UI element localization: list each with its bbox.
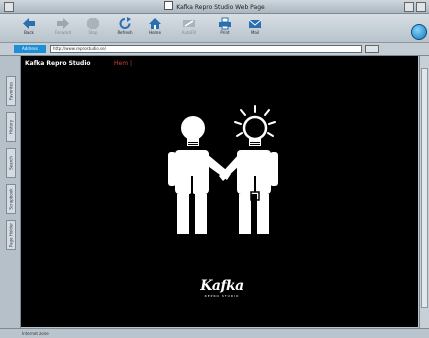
address-input[interactable]: http://www.reprostudio.se/ (50, 45, 362, 53)
stop-button[interactable]: Stop (80, 16, 106, 40)
print-icon (219, 17, 231, 30)
sidebar-tab-label: Search (8, 156, 14, 170)
sidebar-tab-label: Favorites (8, 81, 14, 101)
window-title-text: Kafka Repro Studio Web Page (176, 4, 265, 11)
home-icon (149, 18, 161, 29)
handshake-illustration (168, 105, 278, 234)
sidebar-tab-label: Scrapbook (8, 188, 14, 210)
address-bar: Address http://www.reprostudio.se/ (0, 43, 429, 56)
sidebar-tab-history[interactable]: History (6, 112, 16, 142)
mail-button[interactable]: Mail (242, 16, 268, 40)
address-label[interactable]: Address (14, 45, 46, 53)
kafka-logo: Kafka REPRO STUDIO (179, 279, 265, 299)
mail-icon (248, 19, 262, 28)
refresh-label: Refresh (117, 30, 133, 35)
autofill-icon (183, 20, 195, 27)
home-label: Home (149, 30, 161, 35)
page-icon (164, 1, 174, 10)
mail-label: Mail (250, 30, 260, 35)
forward-button[interactable]: Forward (50, 16, 76, 40)
print-button[interactable]: Print (212, 16, 238, 40)
sidebar-tab-favorites[interactable]: Favorites (6, 76, 16, 106)
back-arrow-icon (23, 18, 35, 29)
web-content: Kafka Repro Studio Hem | Kafka REPRO STU… (21, 56, 418, 327)
window-title: Kafka Repro Studio Web Page (0, 1, 429, 13)
explorer-sidebar: Favorites History Search Scrapbook Page … (0, 56, 21, 328)
logo-wordmark: Kafka (200, 278, 244, 294)
site-nav-link[interactable]: Hem | (114, 60, 132, 68)
refresh-button[interactable]: Refresh (112, 16, 138, 40)
stop-label: Stop (88, 30, 98, 35)
site-title: Kafka Repro Studio (25, 60, 91, 67)
autofill-label: AutoFill (181, 30, 197, 35)
autofill-button[interactable]: AutoFill (176, 16, 202, 40)
sidebar-tab-label: Page Holder (8, 222, 14, 248)
lightbulb-head-person-right (219, 105, 278, 234)
sidebar-tab-page-holder[interactable]: Page Holder (6, 220, 16, 250)
stop-icon (87, 18, 99, 29)
back-label: Back (24, 30, 34, 35)
logo-tagline: REPRO STUDIO (204, 294, 240, 298)
vertical-scrollbar[interactable] (419, 56, 429, 328)
toolbar: Back Forward Stop Refresh Home AutoFill … (0, 14, 429, 43)
browser-window: Kafka Repro Studio Web Page Back Forward… (0, 0, 429, 338)
sidebar-tab-label: History (8, 119, 14, 135)
back-button[interactable]: Back (16, 16, 42, 40)
zoom-box[interactable] (404, 2, 414, 12)
status-text: Internet zone (22, 331, 49, 336)
go-button[interactable] (365, 45, 379, 53)
print-label: Print (220, 30, 230, 35)
collapse-box[interactable] (416, 2, 426, 12)
scrollbar-thumb[interactable] (421, 68, 428, 308)
sidebar-tab-scrapbook[interactable]: Scrapbook (6, 184, 16, 214)
sidebar-tab-search[interactable]: Search (6, 148, 16, 178)
home-button[interactable]: Home (142, 16, 168, 40)
refresh-icon (119, 17, 131, 29)
earth-icon[interactable] (411, 24, 427, 40)
forward-arrow-icon (57, 18, 69, 29)
forward-label: Forward (54, 30, 72, 35)
title-bar[interactable]: Kafka Repro Studio Web Page (0, 0, 429, 14)
